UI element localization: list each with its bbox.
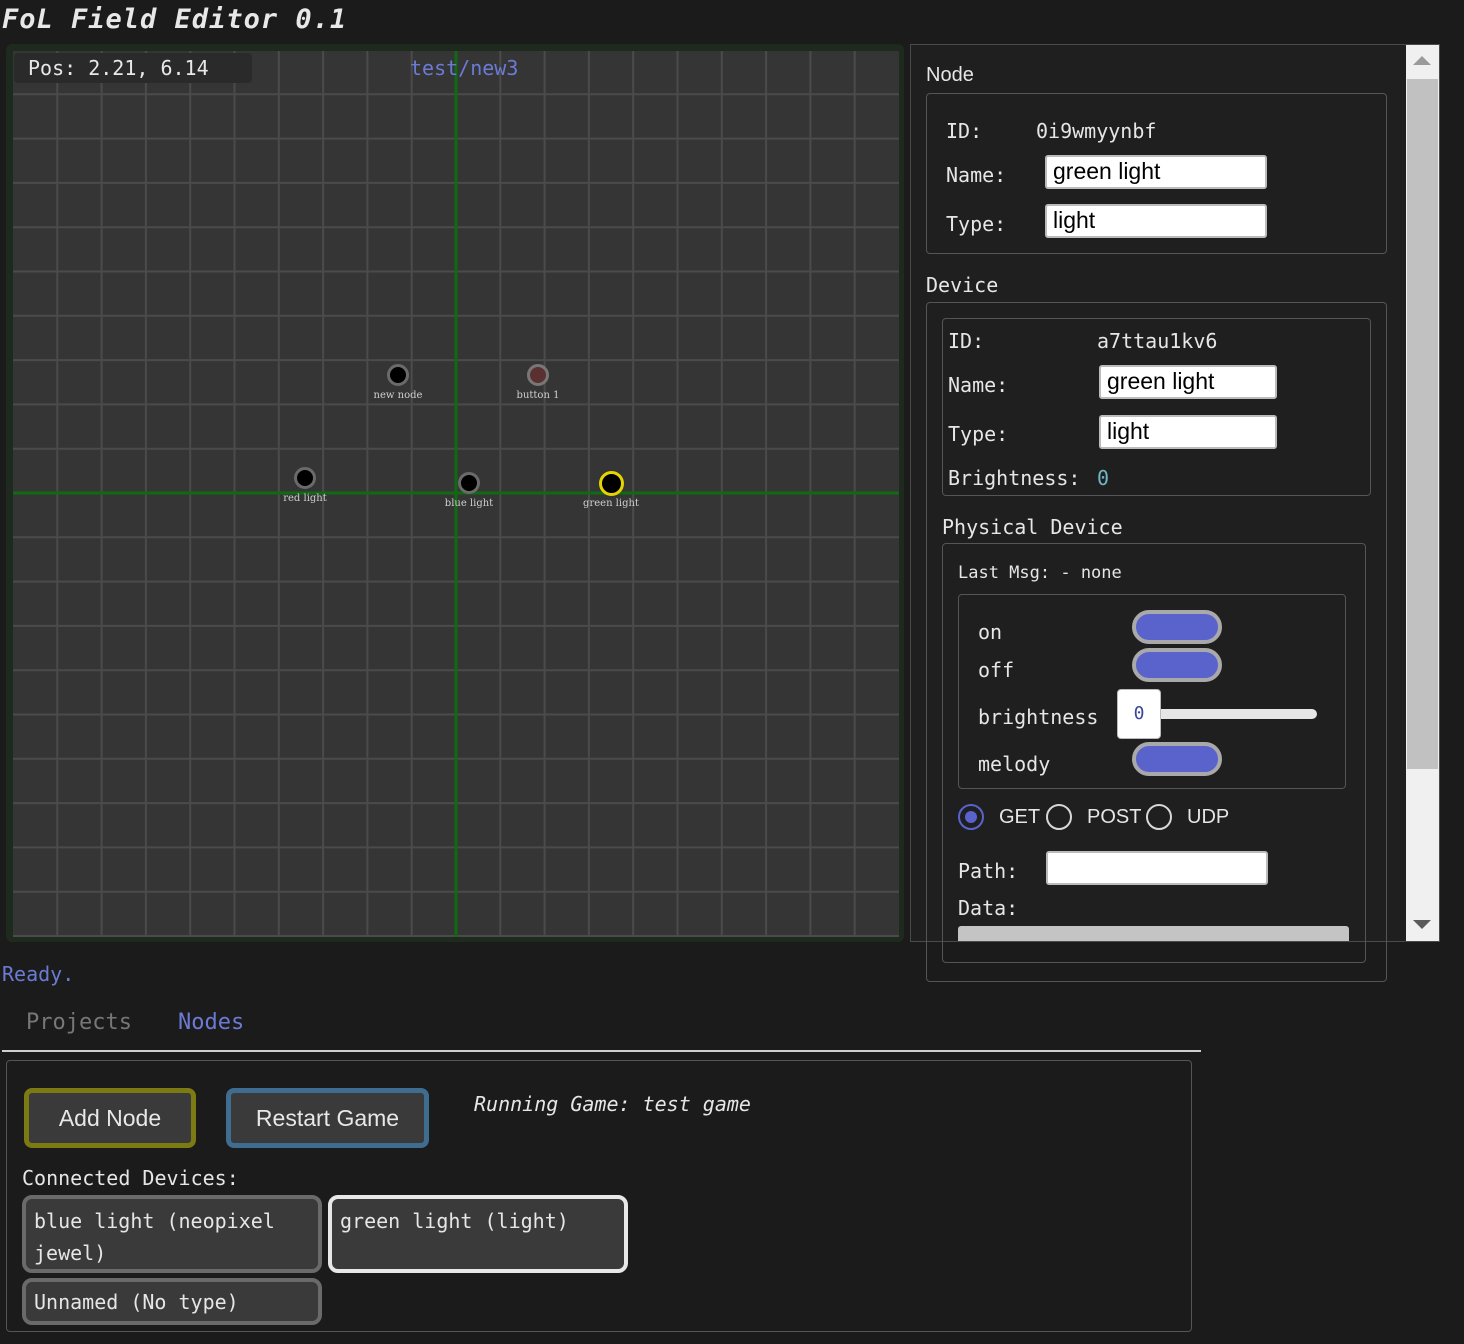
node-label: button 1 bbox=[516, 390, 560, 401]
field-node-button-1[interactable] bbox=[527, 364, 549, 386]
canvas-grid bbox=[13, 51, 899, 937]
tab-divider bbox=[2, 1050, 1201, 1052]
field-node-red-light[interactable] bbox=[294, 467, 316, 489]
method-get-radio[interactable] bbox=[958, 804, 984, 830]
device-section-title: Device bbox=[926, 273, 999, 297]
device-id-label: ID: bbox=[948, 329, 985, 353]
tab-nodes[interactable]: Nodes bbox=[178, 1010, 244, 1035]
node-label: new node bbox=[373, 390, 423, 401]
melody-button[interactable] bbox=[1132, 742, 1222, 776]
node-label: green light bbox=[583, 498, 639, 509]
brightness-number-input[interactable]: 0 bbox=[1117, 689, 1161, 739]
running-game-text: Running Game: test game bbox=[474, 1092, 751, 1116]
on-label: on bbox=[978, 620, 1003, 644]
melody-label: melody bbox=[978, 752, 1051, 776]
method-post-radio[interactable] bbox=[1046, 804, 1072, 830]
method-udp-radio[interactable] bbox=[1146, 804, 1172, 830]
project-path-label[interactable]: test/new3 bbox=[410, 56, 518, 80]
path-label: Path: bbox=[958, 859, 1019, 883]
restart-game-button[interactable]: Restart Game bbox=[226, 1088, 429, 1148]
data-textarea[interactable] bbox=[958, 926, 1349, 941]
scrollbar-thumb[interactable] bbox=[1407, 79, 1438, 769]
device-item-green-light[interactable]: green light (light) bbox=[328, 1195, 628, 1273]
data-label: Data: bbox=[958, 896, 1019, 920]
brightness-control-label: brightness bbox=[978, 705, 1099, 729]
method-post-label: POST bbox=[1087, 806, 1142, 828]
node-name-input[interactable]: green light bbox=[1045, 155, 1267, 189]
physical-device-title: Physical Device bbox=[942, 515, 1123, 539]
device-item-unnamed[interactable]: Unnamed (No type) bbox=[22, 1278, 322, 1325]
off-button[interactable] bbox=[1132, 648, 1222, 682]
node-type-input[interactable]: light bbox=[1045, 204, 1267, 238]
node-section-title: Node bbox=[926, 64, 974, 86]
off-label: off bbox=[978, 658, 1015, 682]
device-type-input[interactable]: light bbox=[1099, 415, 1277, 449]
status-text: Ready. bbox=[2, 962, 75, 986]
method-get-label: GET bbox=[999, 806, 1041, 828]
device-id-value: a7ttau1kv6 bbox=[1097, 329, 1218, 353]
last-msg-text: Last Msg: - none bbox=[958, 563, 1122, 583]
field-node-blue-light[interactable] bbox=[458, 472, 480, 494]
device-brightness-label: Brightness: bbox=[948, 466, 1081, 490]
brightness-slider[interactable] bbox=[1150, 709, 1317, 719]
node-type-label: Type: bbox=[946, 212, 1007, 236]
add-node-button[interactable]: Add Node bbox=[24, 1088, 196, 1148]
tab-projects[interactable]: Projects bbox=[26, 1010, 132, 1035]
device-item-blue-light[interactable]: blue light (neopixel jewel) bbox=[22, 1195, 322, 1273]
field-node-green-light[interactable] bbox=[599, 471, 624, 496]
node-id-value: 0i9wmyynbf bbox=[1036, 119, 1157, 143]
node-id-label: ID: bbox=[946, 119, 983, 143]
device-name-label: Name: bbox=[948, 373, 1009, 397]
node-label: red light bbox=[283, 493, 327, 504]
path-input[interactable] bbox=[1046, 851, 1268, 885]
on-button[interactable] bbox=[1132, 610, 1222, 644]
field-node-new-node[interactable] bbox=[387, 364, 409, 386]
scroll-down-arrow-icon[interactable] bbox=[1413, 920, 1431, 929]
field-canvas[interactable] bbox=[13, 51, 899, 937]
node-label: blue light bbox=[444, 498, 494, 509]
device-brightness-value: 0 bbox=[1097, 466, 1110, 490]
method-udp-label: UDP bbox=[1187, 806, 1230, 828]
node-name-label: Name: bbox=[946, 163, 1007, 187]
scroll-up-arrow-icon[interactable] bbox=[1413, 56, 1431, 65]
device-name-input[interactable]: green light bbox=[1099, 365, 1277, 399]
position-readout: Pos: 2.21, 6.14 bbox=[14, 53, 252, 83]
connected-devices-label: Connected Devices: bbox=[22, 1166, 239, 1190]
device-type-label: Type: bbox=[948, 422, 1009, 446]
app-title: FoL Field Editor 0.1 bbox=[2, 4, 348, 35]
